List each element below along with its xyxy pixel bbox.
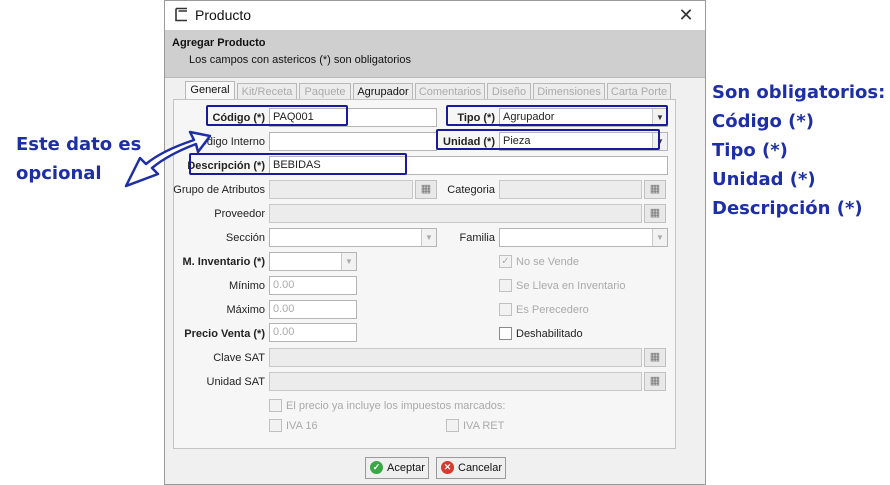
required-note-line: Unidad (*) [712, 169, 816, 190]
grid-lookup-icon[interactable]: ▦ [415, 180, 437, 199]
cancel-button[interactable]: ✕ Cancelar [436, 457, 506, 479]
grid-lookup-icon[interactable]: ▦ [644, 348, 666, 367]
descripcion-highlight [189, 153, 407, 175]
es-perecedero-checkbox[interactable] [499, 303, 512, 316]
unidad-sat-label: Unidad SAT [206, 376, 266, 388]
m-inventario-label: M. Inventario (*) [182, 256, 265, 268]
tab-dimensiones[interactable]: Dimensiones [533, 83, 605, 100]
se-lleva-inventario-label: Se Lleva en Inventario [516, 280, 626, 292]
se-lleva-inventario-checkbox[interactable] [499, 279, 512, 292]
accept-button[interactable]: ✓ Aceptar [365, 457, 429, 479]
chevron-down-icon[interactable]: ▼ [341, 253, 356, 270]
required-note-line: Son obligatorios: [712, 82, 886, 103]
tipo-highlight [446, 105, 668, 126]
required-note: Son obligatorios: Código (*) Tipo (*) Un… [712, 78, 885, 223]
grid-lookup-icon[interactable]: ▦ [644, 180, 666, 199]
general-panel [173, 99, 676, 449]
proveedor-input [269, 204, 642, 223]
tab-carta-porte[interactable]: Carta Porte [607, 83, 671, 100]
tab-agrupador[interactable]: Agrupador [353, 83, 413, 100]
precio-incluye-label: El precio ya incluye los impuestos marca… [286, 400, 506, 412]
grid-lookup-icon[interactable]: ▦ [644, 372, 666, 391]
dialog-header: Agregar Producto Los campos con asterico… [165, 30, 705, 78]
clave-sat-label: Clave SAT [213, 352, 265, 364]
minimo-input[interactable]: 0.00 [269, 276, 357, 295]
grupo-atributos-input [269, 180, 413, 199]
codigo-interno-input[interactable] [269, 132, 437, 151]
no-se-vende-label: No se Vende [516, 256, 579, 268]
deshabilitado-label: Deshabilitado [516, 328, 583, 340]
unidad-highlight [436, 129, 660, 150]
tab-diseno[interactable]: Diseño [487, 83, 531, 100]
header-subtitle: Los campos con astericos (*) son obligat… [189, 54, 411, 66]
check-icon: ✓ [370, 461, 383, 474]
cancel-icon: ✕ [441, 461, 454, 474]
no-se-vende-checkbox[interactable]: ✓ [499, 255, 512, 268]
tab-paquete[interactable]: Paquete [299, 83, 351, 100]
iva16-label: IVA 16 [286, 420, 318, 432]
seccion-select[interactable]: ▼ [269, 228, 437, 247]
tab-kit-receta[interactable]: Kit/Receta [237, 83, 297, 100]
arrow-icon [124, 130, 212, 188]
app-icon [174, 7, 189, 22]
chevron-down-icon[interactable]: ▼ [652, 229, 667, 246]
required-note-line: Descripción (*) [712, 198, 863, 219]
iva-ret-checkbox[interactable] [446, 419, 459, 432]
precio-incluye-checkbox[interactable] [269, 399, 282, 412]
maximo-label: Máximo [226, 304, 265, 316]
familia-label: Familia [459, 232, 495, 244]
maximo-input[interactable]: 0.00 [269, 300, 357, 319]
chevron-down-icon[interactable]: ▼ [421, 229, 436, 246]
title-bar: Producto ✕ [165, 1, 705, 30]
accept-label: Aceptar [387, 462, 425, 474]
proveedor-label: Proveedor [214, 208, 265, 220]
minimo-label: Mínimo [228, 280, 265, 292]
seccion-label: Sección [225, 232, 265, 244]
grid-lookup-icon[interactable]: ▦ [644, 204, 666, 223]
codigo-highlight [206, 105, 348, 126]
iva-ret-label: IVA RET [463, 420, 505, 432]
precio-venta-label: Precio Venta (*) [184, 328, 265, 340]
required-note-line: Código (*) [712, 111, 815, 132]
m-inventario-select[interactable]: ▼ [269, 252, 357, 271]
header-title: Agregar Producto [172, 37, 266, 49]
iva16-checkbox[interactable] [269, 419, 282, 432]
window-title: Producto [195, 7, 252, 23]
close-icon[interactable]: ✕ [675, 5, 697, 25]
tab-comentarios[interactable]: Comentarios [415, 83, 485, 100]
categoria-input [499, 180, 642, 199]
es-perecedero-label: Es Perecedero [516, 304, 589, 316]
cancel-label: Cancelar [458, 462, 503, 474]
required-note-line: Tipo (*) [712, 140, 788, 161]
product-dialog: Producto ✕ Agregar Producto Los campos c… [164, 0, 706, 485]
clave-sat-input [269, 348, 642, 367]
unidad-sat-input [269, 372, 642, 391]
deshabilitado-checkbox[interactable] [499, 327, 512, 340]
precio-venta-input[interactable]: 0.00 [269, 323, 357, 342]
categoria-label: Categoria [447, 184, 495, 196]
familia-select[interactable]: ▼ [499, 228, 668, 247]
tab-general[interactable]: General [185, 81, 235, 100]
